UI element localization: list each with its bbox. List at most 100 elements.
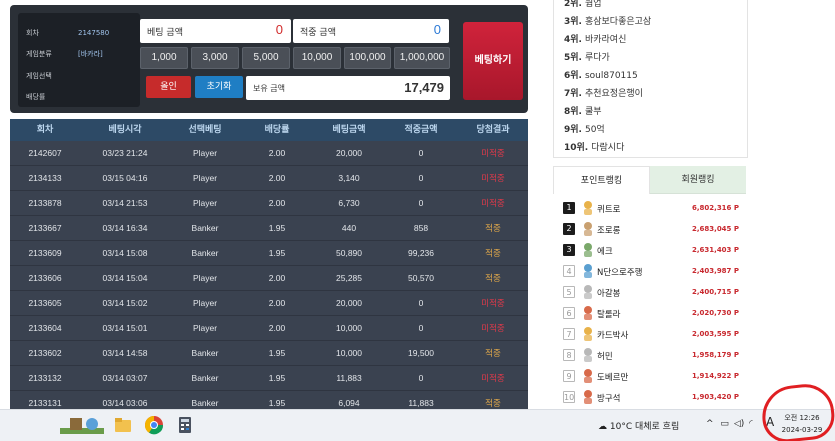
battery-icon[interactable]: ▭ [720, 419, 729, 429]
table-row: 2133609 03/14 15:08 Banker 1.95 50,890 99,236… [10, 241, 528, 266]
chip-10000-button[interactable]: 10,000 [293, 47, 341, 69]
table-cell: 2133131 [28, 398, 62, 408]
ranking-number: 5위. [564, 53, 582, 63]
ranking-item[interactable]: 10위. 다람시다 [564, 140, 624, 153]
point-ranking-row[interactable]: 2 조로롱 2,683,045 P [563, 219, 743, 239]
point-ranking-row[interactable]: 1 퀴트로 6,802,316 P [563, 198, 743, 218]
table-row: 2133604 03/14 15:01 Player 2.00 10,000 0 미적중 [10, 316, 528, 341]
member-name: 에크 [597, 247, 613, 257]
member-points: 2,400,715 P [692, 288, 739, 296]
point-ranking-row[interactable]: 9 도베르만 1,914,922 P [563, 366, 743, 386]
point-ranking-row[interactable]: 4 N단으로주행 2,403,987 P [563, 261, 743, 281]
member-points: 6,802,316 P [692, 204, 739, 212]
wifi-icon[interactable]: ◜ [749, 419, 753, 429]
member-name: 조로롱 [597, 226, 621, 236]
all-in-button[interactable]: 올인 [146, 76, 191, 98]
table-cell: 0 [418, 173, 424, 183]
table-cell: Player [192, 323, 218, 333]
table-cell: 2133604 [28, 323, 62, 333]
ranking-list: 2위. 웜업 3위. 홍삼보다좋은고삼 4위. 바카라여신 5위. 루다가 6위. soul870… [553, 0, 748, 158]
ranking-name: 루다가 [584, 53, 610, 63]
point-ranking-row[interactable]: 8 허민 1,958,179 P [563, 345, 743, 365]
chip-5000-button[interactable]: 5,000 [242, 47, 290, 69]
ranking-number: 4위. [564, 35, 582, 45]
table-cell: 03/14 03:07 [102, 373, 148, 383]
chrome-app-icon[interactable] [143, 414, 165, 436]
betting-panel: 회차 2147580 게임분류 [바카라] 게임선택 배당률 베팅 금액 0 적… [10, 5, 528, 113]
tab-member-ranking[interactable]: 회원랭킹 [650, 166, 746, 194]
table-cell: Banker [191, 398, 219, 408]
ranking-item[interactable]: 8위. 쿨부 [564, 104, 602, 117]
avatar-icon [581, 221, 595, 236]
point-ranking-row[interactable]: 7 카드박사 2,003,595 P [563, 324, 743, 344]
table-cell: 적중 [485, 248, 501, 258]
win-amount-field: 적중 금액 0 [293, 19, 449, 43]
ranking-item[interactable]: 3위. 홍삼보다좋은고삼 [564, 14, 651, 27]
member-name: 도베르만 [597, 373, 629, 383]
speaker-icon[interactable]: ◁) [734, 419, 744, 429]
table-cell: 0 [418, 373, 424, 383]
bet-amount-value: 0 [275, 22, 283, 37]
reset-button[interactable]: 초기화 [195, 76, 243, 98]
chip-1000-button[interactable]: 1,000 [140, 47, 188, 69]
rank-badge: 8 [563, 349, 575, 361]
rank-badge: 3 [563, 244, 575, 256]
ranking-item[interactable]: 9위. 50억 [564, 122, 605, 135]
point-ranking-row[interactable]: 3 에크 2,631,403 P [563, 240, 743, 260]
member-points: 2,020,730 P [692, 309, 739, 317]
ranking-name: 웜업 [584, 0, 602, 9]
avatar-icon [581, 347, 595, 362]
chip-1000000-button[interactable]: 1,000,000 [394, 47, 450, 69]
ranking-number: 7위. [564, 89, 582, 99]
rank-badge: 9 [563, 370, 575, 382]
bet-amount-field[interactable]: 베팅 금액 0 [140, 19, 291, 43]
table-cell: Player [192, 173, 218, 183]
table-cell: 0 [418, 323, 424, 333]
calculator-app-icon[interactable] [174, 414, 196, 436]
table-cell: 2133132 [28, 373, 62, 383]
table-cell: 2.00 [268, 298, 286, 308]
member-name: 카드박사 [597, 331, 629, 341]
tab-point-ranking[interactable]: 포인트랭킹 [553, 166, 650, 194]
ranking-item[interactable]: 7위. 추천요정은행이 [564, 86, 643, 99]
member-name: 탈롤라 [597, 310, 621, 320]
table-cell: 2.00 [268, 273, 286, 283]
system-tray[interactable]: ^ ▭ ◁) ◜ [706, 419, 753, 429]
folder-app-icon[interactable] [112, 414, 134, 436]
table-cell: 99,236 [408, 248, 434, 258]
table-cell: 1.95 [268, 348, 286, 358]
desktop-scene-icon[interactable] [60, 414, 104, 436]
ranking-item[interactable]: 6위. soul870115 [564, 68, 638, 81]
table-cell: 19,500 [408, 348, 434, 358]
chevron-up-icon[interactable]: ^ [706, 419, 714, 429]
ranking-item[interactable]: 4위. 바카라여신 [564, 32, 626, 45]
table-cell: 11,883 [408, 398, 434, 408]
chip-100000-button[interactable]: 100,000 [344, 47, 391, 69]
point-ranking-row[interactable]: 5 아갈봉 2,400,715 P [563, 282, 743, 302]
table-cell: 미적중 [481, 323, 505, 333]
table-row: 2142607 03/23 21:24 Player 2.00 20,000 0 미적중 [10, 141, 528, 166]
table-cell: 11,883 [336, 373, 362, 383]
member-name: 아갈봉 [597, 289, 621, 299]
round-info-box: 회차 2147580 게임분류 [바카라] 게임선택 배당률 [18, 13, 140, 107]
table-cell: 미적중 [481, 198, 505, 208]
chip-3000-button[interactable]: 3,000 [191, 47, 239, 69]
table-cell: 03/14 03:06 [102, 398, 148, 408]
header-bet-amount: 베팅금액 [332, 125, 366, 135]
ranking-number: 9위. [564, 125, 582, 135]
ranking-number: 10위. [564, 143, 589, 153]
point-ranking-row[interactable]: 6 탈롤라 2,020,730 P [563, 303, 743, 323]
point-ranking-row[interactable]: 10 방구석 1,903,420 P [563, 387, 743, 407]
weather-widget[interactable]: ☁ 10°C 대체로 흐림 [598, 419, 679, 432]
ranking-number: 2위. [564, 0, 582, 9]
ranking-item[interactable]: 2위. 웜업 [564, 0, 602, 9]
ranking-item[interactable]: 5위. 루다가 [564, 50, 610, 63]
table-cell: 2133609 [28, 248, 62, 258]
avatar-icon [581, 242, 595, 257]
member-name: 퀴트로 [597, 205, 621, 215]
table-cell: 03/14 15:02 [102, 298, 148, 308]
table-cell: 0 [418, 148, 424, 158]
place-bet-button[interactable]: 베팅하기 [463, 22, 523, 100]
member-name: 허민 [597, 352, 613, 362]
info-row-category: 게임분류 [바카라] [26, 50, 103, 58]
